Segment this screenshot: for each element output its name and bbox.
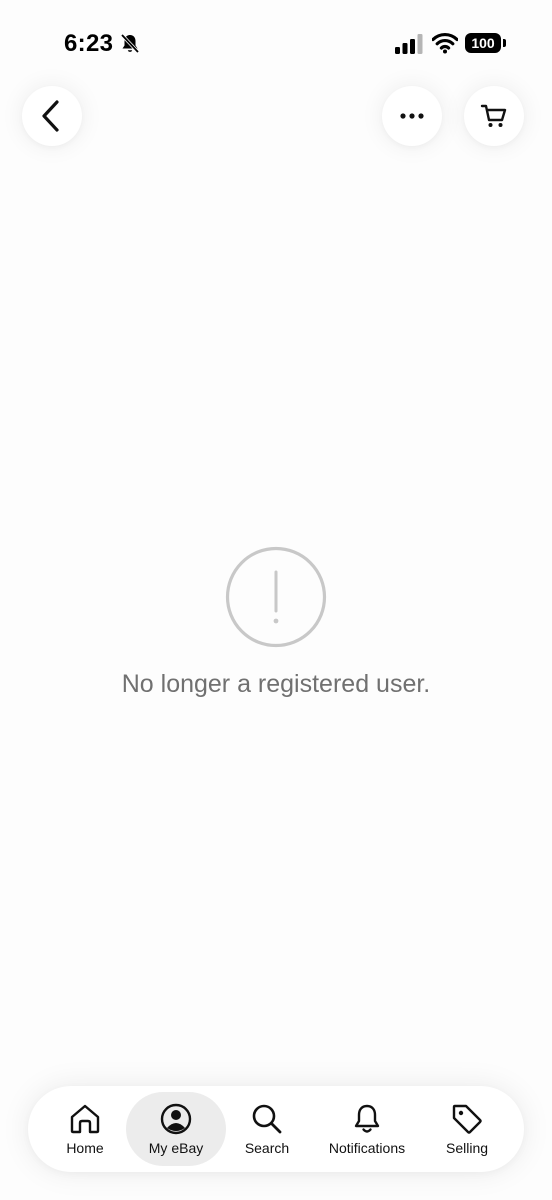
tab-my-ebay-label: My eBay	[148, 1140, 204, 1156]
tab-home-label: Home	[66, 1140, 104, 1156]
back-button[interactable]	[22, 86, 82, 146]
search-icon	[252, 1104, 282, 1134]
more-options-button[interactable]	[382, 86, 442, 146]
battery-level: 100	[471, 35, 495, 51]
error-message: No longer a registered user.	[121, 670, 431, 698]
bell-icon	[354, 1104, 380, 1133]
screen: 6:23 100 No longer a registered user. Ho…	[0, 0, 552, 1200]
tab-notifications[interactable]: Notifications	[322, 1092, 412, 1166]
tag-icon	[452, 1104, 482, 1134]
status-time: 6:23	[64, 30, 114, 57]
signal-icon	[395, 34, 423, 54]
more-horizontal-icon	[400, 113, 424, 119]
bell-slash-icon	[120, 33, 140, 54]
tab-home[interactable]: Home	[50, 1092, 120, 1166]
alert-circle-icon	[225, 546, 327, 648]
wifi-icon	[432, 32, 458, 54]
tab-selling-label: Selling	[445, 1140, 489, 1156]
user-circle-icon	[160, 1103, 192, 1135]
tab-search[interactable]: Search	[232, 1092, 302, 1166]
cart-icon	[480, 104, 507, 127]
chevron-left-icon	[42, 100, 59, 132]
status-bar: 6:23 100	[0, 0, 552, 80]
tab-notifications-label: Notifications	[328, 1140, 406, 1156]
bottom-tab-bar: Home My eBay Search Notifications Sellin…	[28, 1086, 524, 1172]
tab-my-ebay[interactable]: My eBay	[126, 1092, 226, 1166]
tab-search-label: Search	[244, 1140, 290, 1156]
battery-icon: 100	[465, 33, 501, 53]
cart-button[interactable]	[464, 86, 524, 146]
home-icon	[70, 1104, 100, 1134]
tab-selling[interactable]: Selling	[432, 1092, 502, 1166]
battery-tip	[503, 39, 506, 47]
